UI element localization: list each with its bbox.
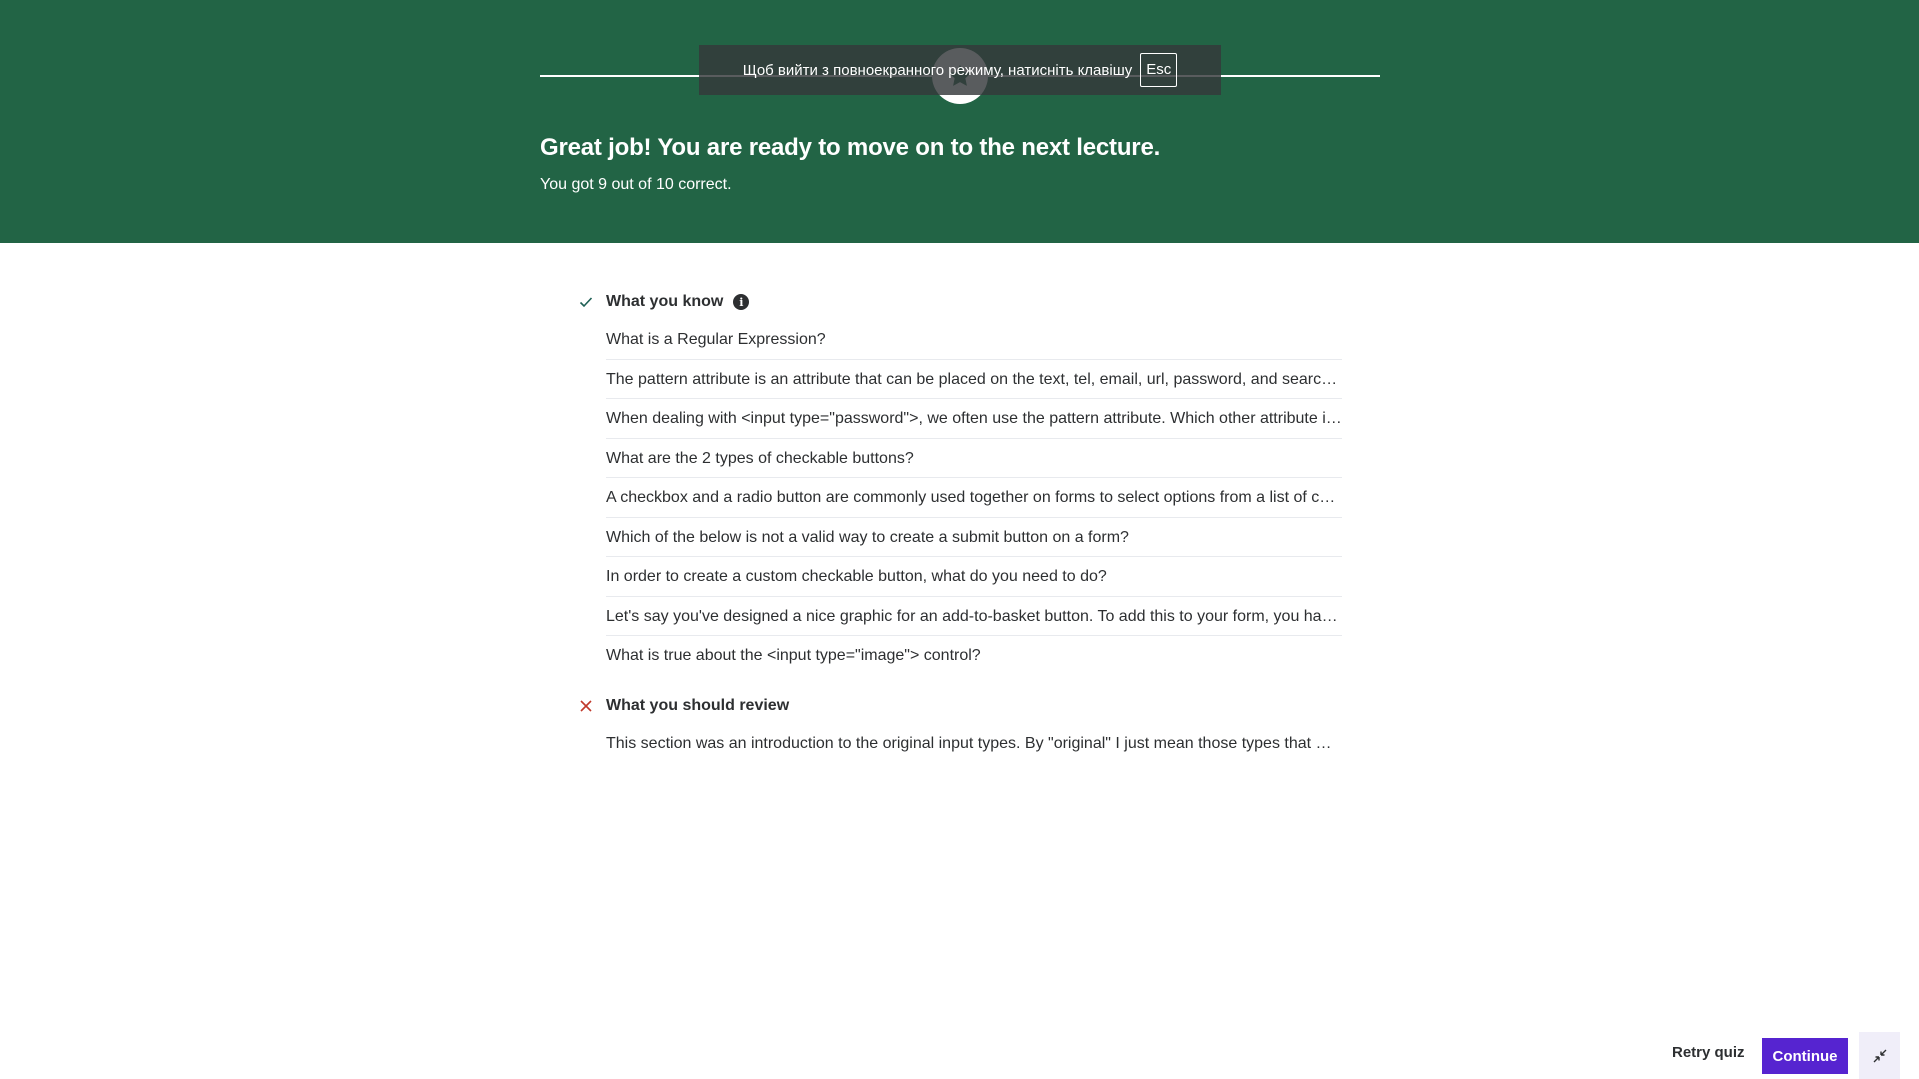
know-section-header: What you know i: [578, 290, 1342, 314]
question-item[interactable]: A checkbox and a radio button are common…: [606, 478, 1342, 518]
question-item[interactable]: What is true about the <input type="imag…: [606, 636, 1342, 676]
continue-button[interactable]: Continue: [1762, 1038, 1848, 1074]
quiz-results-page: Great job! You are ready to move on to t…: [0, 0, 1919, 1079]
question-item[interactable]: What is a Regular Expression?: [606, 320, 1342, 360]
review-section-title: What you should review: [606, 696, 790, 714]
question-item[interactable]: What are the 2 types of checkable button…: [606, 439, 1342, 478]
results-score: You got 9 out of 10 correct.: [540, 176, 732, 193]
info-icon[interactable]: i: [733, 294, 750, 310]
question-item[interactable]: Let's say you've designed a nice graphic…: [606, 597, 1342, 636]
x-icon: [578, 698, 606, 714]
exit-fullscreen-icon[interactable]: [1859, 1032, 1900, 1079]
results-breakdown: What you know i What is a Regular Expres…: [578, 290, 1342, 763]
fullscreen-toast: Щоб вийти з повноекранного режиму, натис…: [699, 45, 1221, 95]
question-item[interactable]: In order to create a custom checkable bu…: [606, 557, 1342, 597]
results-title: Great job! You are ready to move on to t…: [540, 134, 1161, 161]
esc-key-hint: Esc: [1140, 53, 1178, 87]
review-question-list: This section was an introduction to the …: [606, 724, 1342, 764]
retry-quiz-button[interactable]: Retry quiz: [1672, 1044, 1745, 1061]
question-item[interactable]: Which of the below is not a valid way to…: [606, 518, 1342, 557]
review-section-header: What you should review: [578, 694, 1342, 718]
toast-text: Щоб вийти з повноекранного режиму, натис…: [742, 61, 1133, 79]
question-item[interactable]: The pattern attribute is an attribute th…: [606, 360, 1342, 399]
check-icon: [578, 294, 606, 310]
results-banner: Great job! You are ready to move on to t…: [0, 0, 1919, 243]
question-item[interactable]: This section was an introduction to the …: [606, 724, 1342, 764]
know-section-title: What you know: [606, 293, 724, 310]
know-question-list: What is a Regular Expression? The patter…: [606, 320, 1342, 676]
question-item[interactable]: When dealing with <input type="password"…: [606, 399, 1342, 439]
